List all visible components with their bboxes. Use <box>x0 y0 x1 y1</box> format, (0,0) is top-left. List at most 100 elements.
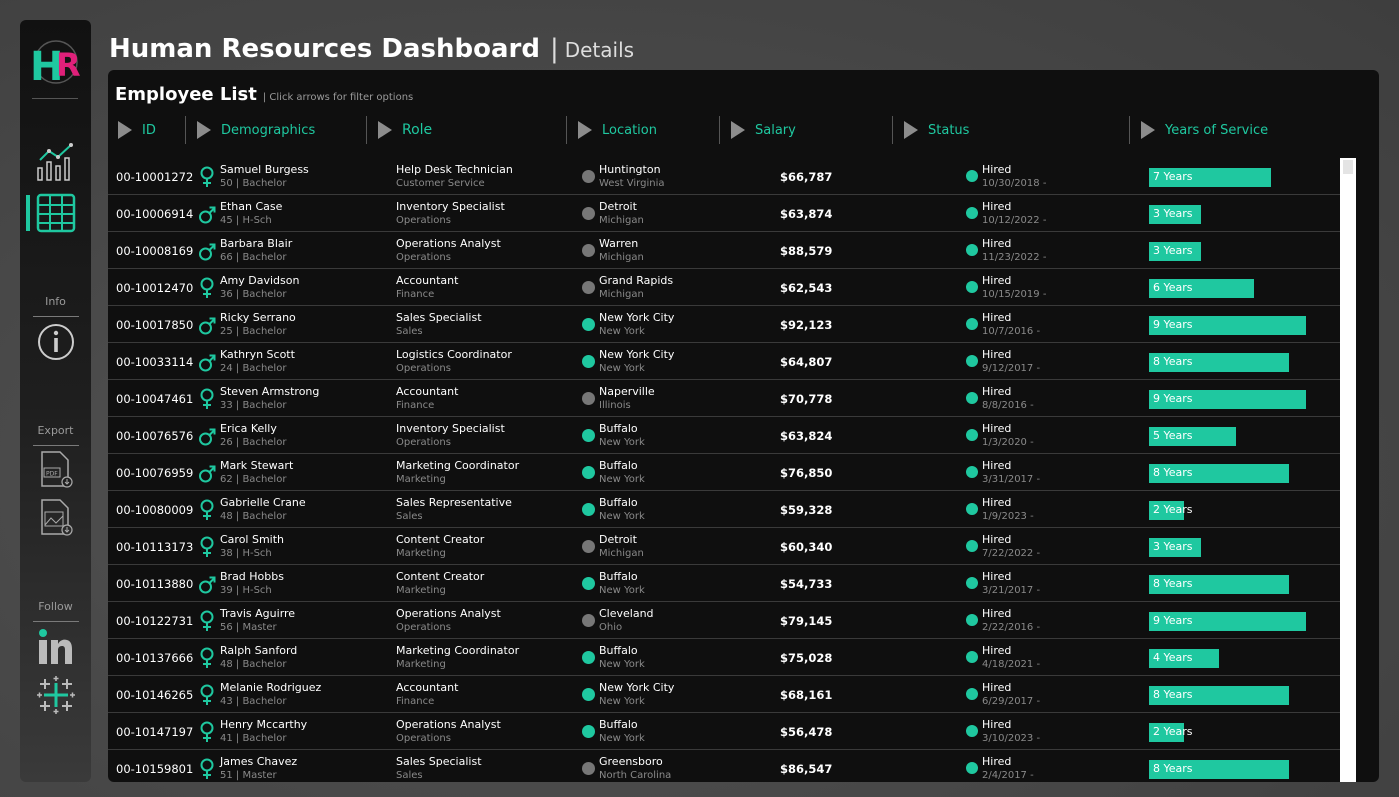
image-export-icon[interactable] <box>36 498 76 538</box>
location-city: Greensboro <box>599 755 663 768</box>
hire-date: 10/30/2018 - <box>982 178 1047 189</box>
employee-location: Cleveland Ohio <box>599 607 654 633</box>
filter-arrow-icon[interactable] <box>378 121 392 139</box>
female-icon <box>198 388 216 410</box>
years-of-service-label: 8 Years <box>1153 355 1193 368</box>
role-department: Operations <box>396 622 451 633</box>
col-header-salary[interactable]: Salary <box>731 116 796 144</box>
table-row[interactable]: 00-10159801 James Chavez 51 | Master Sales … <box>108 750 1340 782</box>
employee-location: Buffalo New York <box>599 718 645 744</box>
table-row[interactable]: 00-10147197 Henry Mccarthy 41 | Bachelor Op… <box>108 713 1340 750</box>
col-divider <box>566 116 567 144</box>
filter-arrow-icon[interactable] <box>197 121 211 139</box>
tableau-icon[interactable] <box>36 675 76 715</box>
hire-date: 8/8/2016 - <box>982 400 1034 411</box>
status-dot-icon <box>966 688 978 700</box>
employee-age-education: 56 | Master <box>220 622 277 633</box>
role-department: Finance <box>396 289 435 300</box>
table-row[interactable]: 00-10113880 Brad Hobbs 39 | H-Sch Content C… <box>108 565 1340 602</box>
hire-date: 10/12/2022 - <box>982 215 1047 226</box>
table-row[interactable]: 00-10076959 Mark Stewart 62 | Bachelor Mark… <box>108 454 1340 491</box>
status-dot-icon <box>966 429 978 441</box>
page-subtitle: Details <box>564 38 635 62</box>
employee-role: Marketing Coordinator Marketing <box>396 459 519 485</box>
col-label-demographics: Demographics <box>221 122 316 138</box>
scrollbar[interactable] <box>1340 158 1356 782</box>
scrollbar-thumb[interactable] <box>1343 160 1353 174</box>
employee-name: Ricky Serrano <box>220 311 296 324</box>
employee-role: Operations Analyst Operations <box>396 718 501 744</box>
role-department: Operations <box>396 363 451 374</box>
col-header-years[interactable]: Years of Service <box>1141 116 1268 144</box>
col-header-id[interactable]: ID <box>118 116 156 144</box>
status-label: Hired <box>982 163 1012 176</box>
employee-id: 00-10033114 <box>116 355 194 369</box>
location-city: Buffalo <box>599 496 638 509</box>
linkedin-icon[interactable] <box>36 628 76 668</box>
employee-demographics: Barbara Blair 66 | Bachelor <box>220 237 292 263</box>
employee-demographics: Ethan Case 45 | H-Sch <box>220 200 282 226</box>
employee-age-education: 48 | Bachelor <box>220 659 287 670</box>
table-row[interactable]: 00-10080009 Gabrielle Crane 48 | Bachelor S… <box>108 491 1340 528</box>
filter-arrow-icon[interactable] <box>904 121 918 139</box>
table-row[interactable]: 00-10017850 Ricky Serrano 25 | Bachelor Sal… <box>108 306 1340 343</box>
table-icon[interactable] <box>36 193 76 233</box>
table-row[interactable]: 00-10006914 Ethan Case 45 | H-Sch Inventory… <box>108 195 1340 232</box>
location-dot-icon <box>582 244 595 257</box>
employee-status: Hired 11/23/2022 - <box>982 237 1046 263</box>
location-city: Warren <box>599 237 639 250</box>
table-row[interactable]: 00-10146265 Melanie Rodriguez 43 | Bachelo… <box>108 676 1340 713</box>
col-label-status: Status <box>928 122 970 138</box>
table-row[interactable]: 00-10076576 Erica Kelly 26 | Bachelor Inven… <box>108 417 1340 454</box>
location-state: Michigan <box>599 289 644 300</box>
table-row[interactable]: 00-10008169 Barbara Blair 66 | Bachelor Ope… <box>108 232 1340 269</box>
female-icon <box>198 536 216 558</box>
employee-demographics: Mark Stewart 62 | Bachelor <box>220 459 293 485</box>
table-row[interactable]: 00-10137666 Ralph Sanford 48 | Bachelor Mar… <box>108 639 1340 676</box>
status-dot-icon <box>966 503 978 515</box>
employee-role: Help Desk Technician Customer Service <box>396 163 513 189</box>
col-header-demographics[interactable]: Demographics <box>197 116 315 144</box>
pdf-export-icon[interactable]: PDF <box>36 450 76 490</box>
filter-arrow-icon[interactable] <box>1141 121 1155 139</box>
employee-status: Hired 7/22/2022 - <box>982 533 1040 559</box>
employee-age-education: 48 | Bachelor <box>220 511 287 522</box>
filter-arrow-icon[interactable] <box>118 121 132 139</box>
col-header-status[interactable]: Status <box>904 116 969 144</box>
location-dot-icon <box>582 466 595 479</box>
col-header-role[interactable]: Role <box>378 116 432 144</box>
female-icon <box>198 647 216 669</box>
filter-arrow-icon[interactable] <box>731 121 745 139</box>
employee-status: Hired 1/3/2020 - <box>982 422 1034 448</box>
employee-role: Content Creator Marketing <box>396 533 484 559</box>
employee-salary: $63,824 <box>780 429 833 443</box>
bar-chart-icon[interactable] <box>36 142 76 182</box>
table-row[interactable]: 00-10047461 Steven Armstrong 33 | Bachelor… <box>108 380 1340 417</box>
table-row[interactable]: 00-10113173 Carol Smith 38 | H-Sch Content … <box>108 528 1340 565</box>
info-icon[interactable] <box>36 322 76 362</box>
table-row[interactable]: 00-10033114 Kathryn Scott 24 | Bachelor Log… <box>108 343 1340 380</box>
table-row[interactable]: 00-10001272 Samuel Burgess 50 | Bachelor He… <box>108 158 1340 195</box>
table-row[interactable]: 00-10122731 Travis Aguirre 56 | Master Oper… <box>108 602 1340 639</box>
years-of-service-label: 3 Years <box>1153 244 1193 257</box>
location-state: New York <box>599 511 645 522</box>
role-department: Marketing <box>396 659 446 670</box>
status-dot-icon <box>966 651 978 663</box>
employee-role: Inventory Specialist Operations <box>396 422 505 448</box>
role-title: Logistics Coordinator <box>396 348 512 361</box>
female-icon <box>198 610 216 632</box>
filter-arrow-icon[interactable] <box>578 121 592 139</box>
panel-header: Employee List | Click arrows for filter o… <box>115 84 413 105</box>
col-header-location[interactable]: Location <box>578 116 657 144</box>
table-row[interactable]: 00-10012470 Amy Davidson 36 | Bachelor Acco… <box>108 269 1340 306</box>
location-state: New York <box>599 659 645 670</box>
employee-demographics: Melanie Rodriguez 43 | Bachelor <box>220 681 321 707</box>
employee-role: Inventory Specialist Operations <box>396 200 505 226</box>
location-state: New York <box>599 363 645 374</box>
employee-id: 00-10113173 <box>116 540 194 554</box>
employee-demographics: Amy Davidson 36 | Bachelor <box>220 274 299 300</box>
location-dot-icon <box>582 355 595 368</box>
years-of-service-label: 9 Years <box>1153 318 1193 331</box>
role-title: Operations Analyst <box>396 237 501 250</box>
employee-id: 00-10008169 <box>116 244 194 258</box>
